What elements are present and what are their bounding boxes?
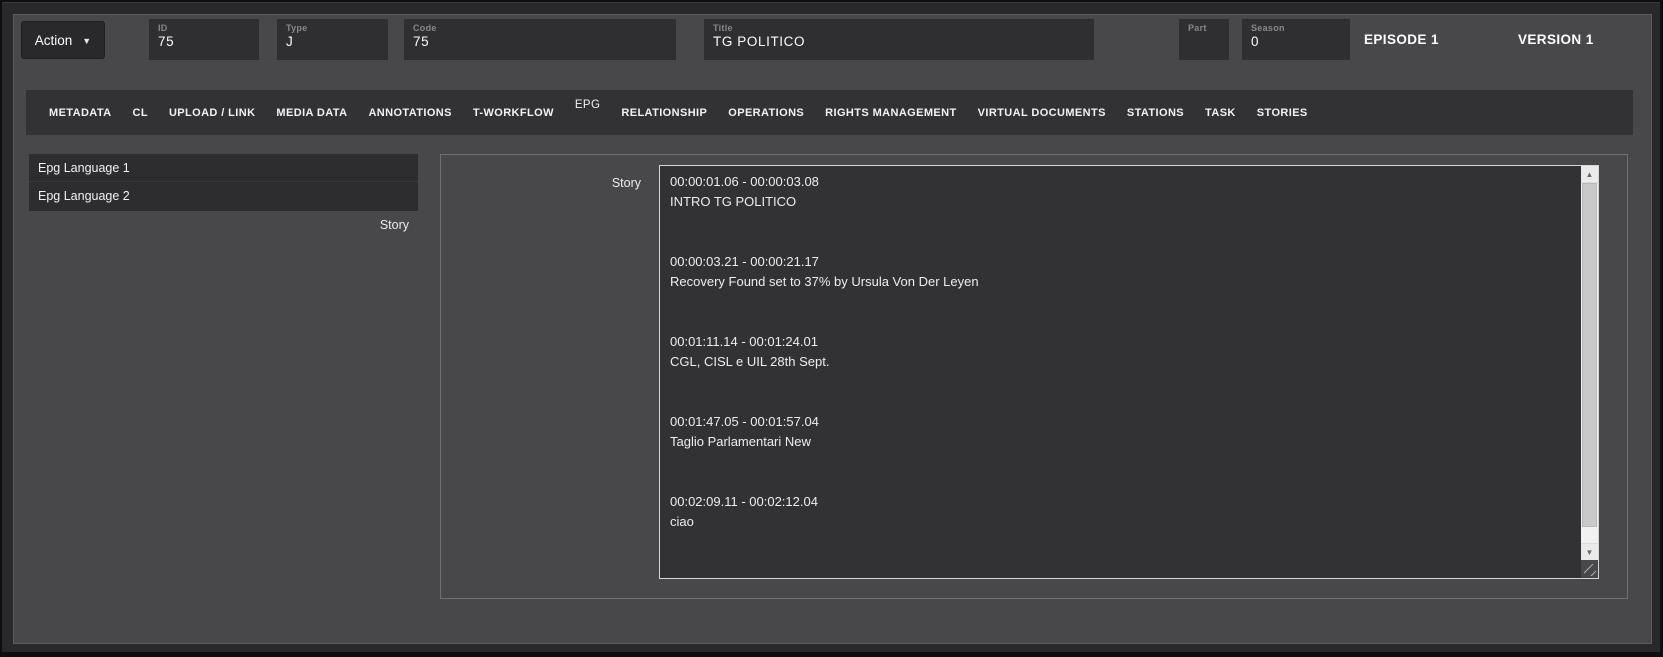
action-dropdown-button[interactable]: Action ▼ <box>21 21 105 59</box>
code-field[interactable]: Code 75 <box>404 19 676 60</box>
story-scrollbar[interactable]: ▲ ▼ <box>1581 166 1598 578</box>
caret-down-icon: ▼ <box>82 34 91 46</box>
left-story-label: Story <box>29 218 409 232</box>
tab-operations[interactable]: OPERATIONS <box>728 107 804 119</box>
story-entry-text: CGL, CISL e UIL 28th Sept. <box>670 352 1571 372</box>
tab-metadata[interactable]: METADATA <box>49 107 111 119</box>
story-entry-time: 00:01:11.14 - 00:01:24.01 <box>670 332 1571 352</box>
tab-media-data[interactable]: MEDIA DATA <box>276 107 347 119</box>
part-field[interactable]: Part <box>1179 19 1229 60</box>
scroll-up-icon: ▲ <box>1586 170 1594 179</box>
tab-stations[interactable]: STATIONS <box>1127 107 1184 119</box>
season-field-value: 0 <box>1242 33 1350 49</box>
story-text-content[interactable]: 00:00:01.06 - 00:00:03.08 INTRO TG POLIT… <box>660 166 1581 578</box>
tab-rights-management[interactable]: RIGHTS MANAGEMENT <box>825 107 956 119</box>
season-field[interactable]: Season 0 <box>1242 19 1350 60</box>
scroll-up-button[interactable]: ▲ <box>1581 166 1598 183</box>
tab-upload-link[interactable]: UPLOAD / LINK <box>169 107 255 119</box>
code-field-value: 75 <box>404 33 676 49</box>
type-field-value: J <box>277 33 388 49</box>
tab-t-workflow[interactable]: T-WORKFLOW <box>473 107 554 119</box>
id-field-value: 75 <box>149 33 259 49</box>
tab-bar: METADATA CL UPLOAD / LINK MEDIA DATA ANN… <box>26 90 1633 135</box>
season-field-label: Season <box>1242 19 1350 33</box>
window-frame: Action ▼ ID 75 Type J Code 75 Title TG P… <box>2 2 1660 652</box>
epg-language-list: Epg Language 1 Epg Language 2 <box>29 154 418 211</box>
story-entry: 00:02:09.11 - 00:02:12.04 ciao <box>670 492 1571 532</box>
tab-epg[interactable]: EPG <box>575 99 601 111</box>
application-window: Action ▼ ID 75 Type J Code 75 Title TG P… <box>0 0 1663 657</box>
tab-relationship[interactable]: RELATIONSHIP <box>621 107 707 119</box>
scroll-down-icon: ▼ <box>1586 548 1594 557</box>
id-field-label: ID <box>149 19 259 33</box>
action-button-label: Action <box>35 33 73 48</box>
type-field-label: Type <box>277 19 388 33</box>
title-field-label: Title <box>704 19 1094 33</box>
story-field-label: Story <box>514 176 641 190</box>
epg-language-item-2[interactable]: Epg Language 2 <box>29 182 418 210</box>
part-field-value <box>1179 33 1229 34</box>
scroll-down-button[interactable]: ▼ <box>1581 543 1598 560</box>
tab-task[interactable]: TASK <box>1205 107 1236 119</box>
content-area: Action ▼ ID 75 Type J Code 75 Title TG P… <box>13 14 1652 644</box>
story-entry: 00:00:03.21 - 00:00:21.17 Recovery Found… <box>670 252 1571 292</box>
tab-annotations[interactable]: ANNOTATIONS <box>368 107 451 119</box>
title-field-value: TG POLITICO <box>704 33 1094 49</box>
tab-stories[interactable]: STORIES <box>1257 107 1308 119</box>
story-textarea[interactable]: 00:00:01.06 - 00:00:03.08 INTRO TG POLIT… <box>659 165 1599 579</box>
epg-language-item-1[interactable]: Epg Language 1 <box>29 154 418 182</box>
code-field-label: Code <box>404 19 676 33</box>
resize-grip-icon[interactable] <box>1581 560 1598 578</box>
story-entry: 00:01:47.05 - 00:01:57.04 Taglio Parlame… <box>670 412 1571 452</box>
story-entry-text: ciao <box>670 512 1571 532</box>
part-field-label: Part <box>1179 19 1229 33</box>
episode-indicator: EPISODE 1 <box>1364 19 1439 60</box>
story-entry: 00:01:11.14 - 00:01:24.01 CGL, CISL e UI… <box>670 332 1571 372</box>
title-field[interactable]: Title TG POLITICO <box>704 19 1094 60</box>
story-entry-text: INTRO TG POLITICO <box>670 192 1571 212</box>
tab-virtual-documents[interactable]: VIRTUAL DOCUMENTS <box>978 107 1106 119</box>
version-indicator: VERSION 1 <box>1518 19 1594 60</box>
scrollbar-thumb[interactable] <box>1582 183 1597 527</box>
story-entry-time: 00:01:47.05 - 00:01:57.04 <box>670 412 1571 432</box>
story-entry-time: 00:00:01.06 - 00:00:03.08 <box>670 172 1571 192</box>
story-entry-text: Recovery Found set to 37% by Ursula Von … <box>670 272 1571 292</box>
story-entry-time: 00:00:03.21 - 00:00:21.17 <box>670 252 1571 272</box>
tab-cl[interactable]: CL <box>132 107 147 119</box>
story-entry-time: 00:02:09.11 - 00:02:12.04 <box>670 492 1571 512</box>
story-entry: 00:00:01.06 - 00:00:03.08 INTRO TG POLIT… <box>670 172 1571 212</box>
story-entry-text: Taglio Parlamentari New <box>670 432 1571 452</box>
type-field[interactable]: Type J <box>277 19 388 60</box>
id-field[interactable]: ID 75 <box>149 19 259 60</box>
